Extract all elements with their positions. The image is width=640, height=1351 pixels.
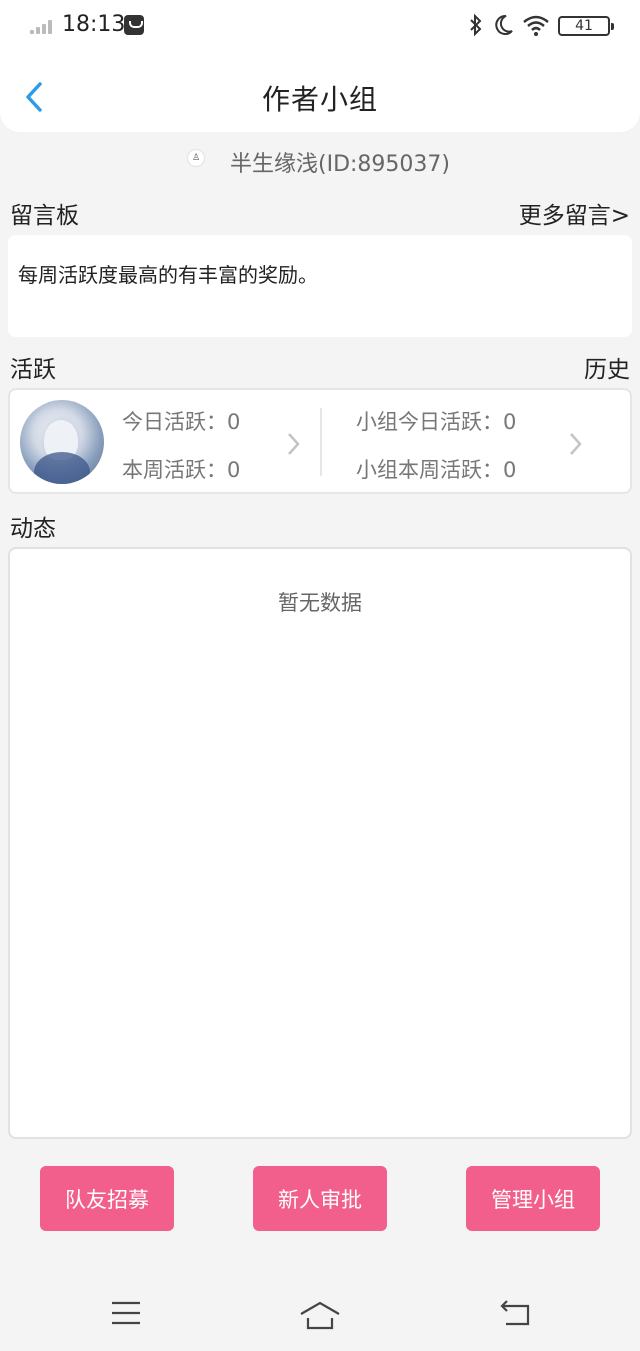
status-time: 18:13 xyxy=(62,12,126,37)
group-today-activity: 小组今日活跃：0 xyxy=(356,410,517,434)
activity-card: 今日活跃：0 本周活跃：0 小组今日活跃：0 小组本周活跃：0 xyxy=(8,388,632,494)
avatar xyxy=(20,400,104,484)
battery-icon: 41 xyxy=(558,16,614,36)
group-week-activity: 小组本周活跃：0 xyxy=(356,458,517,482)
divider xyxy=(320,408,322,476)
activity-title: 活跃 xyxy=(10,357,56,383)
notification-icon xyxy=(124,15,144,35)
approve-button[interactable]: 新人审批 xyxy=(253,1166,387,1231)
user-icon: ♙ xyxy=(187,149,205,167)
board-message: 每周活跃度最高的有丰富的奖励。 xyxy=(18,263,318,287)
menu-icon[interactable] xyxy=(110,1298,142,1328)
top-card: 18:13 41 作者小组 xyxy=(0,0,640,132)
empty-state-text: 暂无数据 xyxy=(278,591,362,615)
system-nav-bar xyxy=(0,1280,640,1351)
moon-icon xyxy=(495,14,513,35)
author-row: ♙ 半生缘浅(ID:895037) xyxy=(0,144,640,178)
page-title: 作者小组 xyxy=(261,83,378,116)
today-activity: 今日活跃：0 xyxy=(122,410,241,434)
week-activity: 本周活跃：0 xyxy=(122,458,241,482)
author-name: 半生缘浅(ID:895037) xyxy=(230,152,450,177)
manage-group-button[interactable]: 管理小组 xyxy=(466,1166,600,1231)
battery-level: 41 xyxy=(575,18,593,34)
board-title: 留言板 xyxy=(10,203,79,229)
status-icons: 41 xyxy=(434,13,614,39)
chevron-right-icon[interactable] xyxy=(286,430,302,458)
bluetooth-icon xyxy=(470,13,482,37)
back-nav-icon[interactable] xyxy=(498,1298,532,1328)
signal-icon xyxy=(30,18,56,34)
feed-card: 暂无数据 xyxy=(8,547,632,1139)
chevron-right-icon[interactable] xyxy=(568,430,584,458)
history-link[interactable]: 历史 xyxy=(584,350,630,384)
recruit-button[interactable]: 队友招募 xyxy=(40,1166,174,1231)
wifi-icon xyxy=(523,15,549,36)
more-messages-link[interactable]: 更多留言> xyxy=(519,196,630,230)
message-board: 每周活跃度最高的有丰富的奖励。 xyxy=(8,235,632,337)
feed-title: 动态 xyxy=(10,516,56,542)
status-bar: 18:13 41 xyxy=(0,0,640,52)
home-icon[interactable] xyxy=(298,1298,342,1332)
